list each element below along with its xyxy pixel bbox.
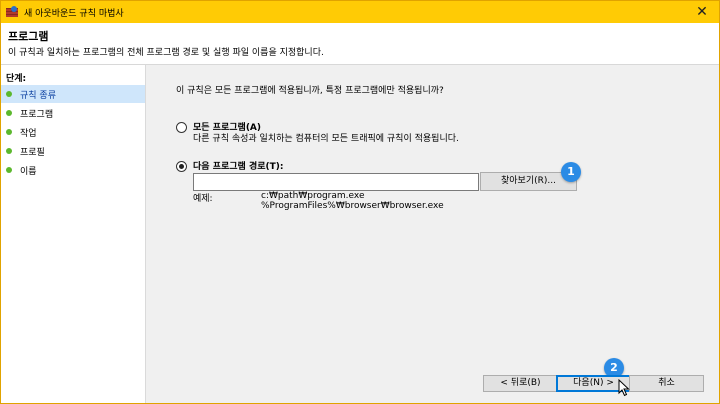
scope-question: 이 규칙은 모든 프로그램에 적용됩니까, 특정 프로그램에만 적용됩니까? [176,86,444,96]
page-title: 프로그램 [8,30,49,43]
all-programs-description: 다른 규칙 속성과 일치하는 컴퓨터의 모든 트래픽에 규칙이 적용됩니다. [193,134,459,144]
program-path-radio[interactable] [176,161,187,172]
step-status-icon [6,91,12,97]
step-status-icon [6,148,12,154]
mouse-pointer-icon [618,379,630,397]
sidebar-item-label: 이름 [20,167,37,177]
page-header: 프로그램 이 규칙과 일치하는 프로그램의 전체 프로그램 경로 및 실행 파일… [1,23,719,65]
sidebar-item-action[interactable]: 작업 [1,123,145,141]
example-path-2: %ProgramFiles%₩browser₩browser.exe [261,201,444,211]
sidebar-item-rule-type[interactable]: 규칙 종류 [1,85,145,103]
example-label: 예제: [193,194,213,204]
annotation-badge-1: 1 [561,162,581,182]
window-title: 새 아웃바운드 규칙 마법사 [24,9,124,19]
firewall-icon [6,6,18,17]
page-description: 이 규칙과 일치하는 프로그램의 전체 프로그램 경로 및 실행 파일 이름을 … [8,48,324,58]
sidebar-item-label: 프로필 [20,148,45,158]
steps-label: 단계: [6,74,27,84]
sidebar-item-label: 규칙 종류 [20,91,56,101]
step-status-icon [6,167,12,173]
sidebar-item-name[interactable]: 이름 [1,161,145,179]
wizard-window: 새 아웃바운드 규칙 마법사 ✕ 프로그램 이 규칙과 일치하는 프로그램의 전… [0,0,720,404]
cancel-button[interactable]: 취소 [629,375,704,392]
step-status-icon [6,129,12,135]
title-bar[interactable]: 새 아웃바운드 규칙 마법사 ✕ [1,1,719,23]
example-path-1: c:₩path₩program.exe [261,191,365,201]
program-path-label[interactable]: 다음 프로그램 경로(T): [193,159,283,172]
all-programs-radio[interactable] [176,122,187,133]
program-path-input[interactable] [193,173,479,191]
back-button[interactable]: < 뒤로(B) [483,375,558,392]
step-status-icon [6,110,12,116]
sidebar-item-program[interactable]: 프로그램 [1,104,145,122]
sidebar-item-label: 프로그램 [20,110,54,120]
main-panel: 이 규칙은 모든 프로그램에 적용됩니까, 특정 프로그램에만 적용됩니까? 모… [146,65,719,403]
sidebar-item-profile[interactable]: 프로필 [1,142,145,160]
sidebar-item-label: 작업 [20,129,37,139]
close-icon[interactable]: ✕ [689,3,715,21]
steps-sidebar: 단계: 규칙 종류 프로그램 작업 프로필 이름 [1,65,146,403]
